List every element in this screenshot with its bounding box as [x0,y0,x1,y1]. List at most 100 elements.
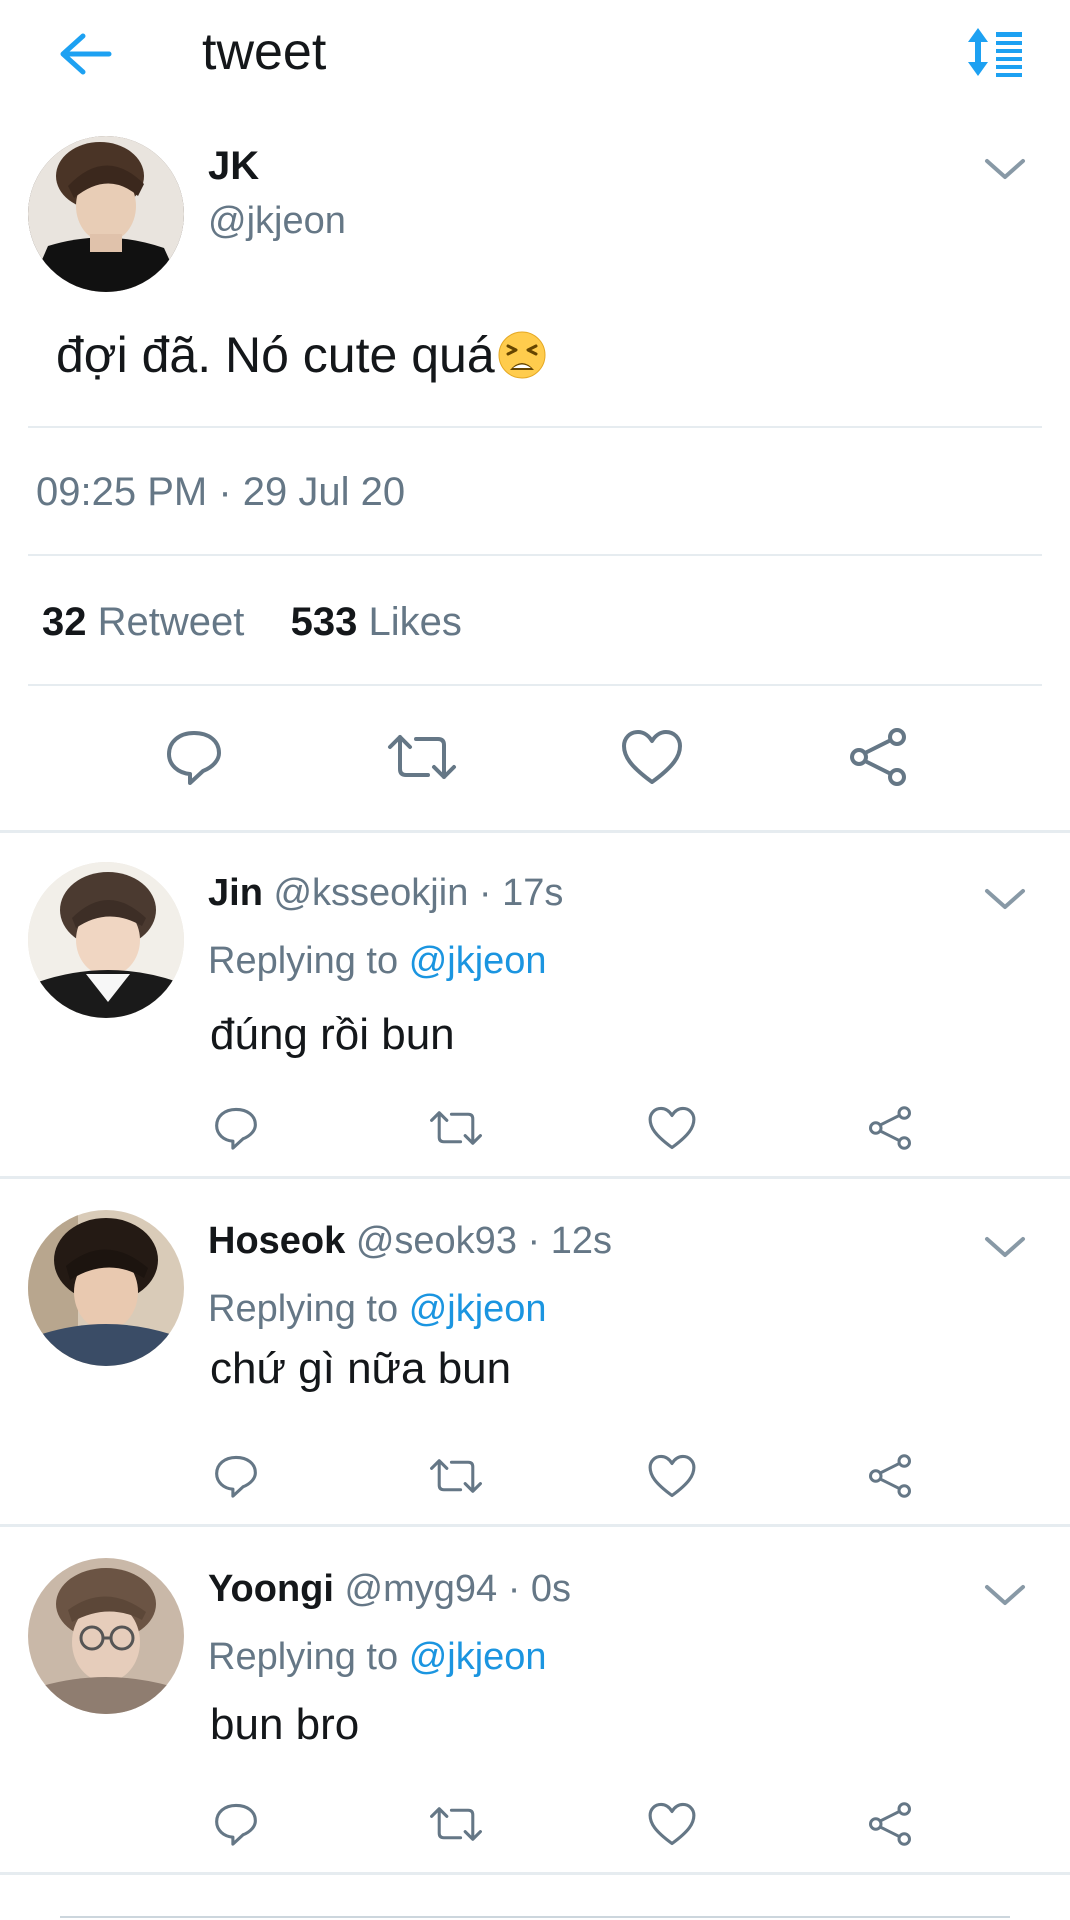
tweet-timestamp: 09:25 PM · 29 Jul 20 [36,470,406,514]
reply-text: đúng rồi bun [210,1010,455,1059]
divider [0,1872,1070,1875]
reply-button[interactable] [158,722,230,792]
like-button[interactable] [642,1098,702,1158]
reply-time: · 17s [478,872,564,914]
retweet-label[interactable]: Retweet [98,600,245,644]
reply-text: chứ gì nữa bun [210,1344,512,1393]
replying-to: Replying to @jkjeon [208,1288,547,1331]
tweet-text: đợi đã. Nó cute quá [56,326,547,384]
chevron-down-icon [985,889,1025,909]
share-button[interactable] [842,722,914,792]
share-icon [850,728,906,786]
like-button[interactable] [642,1446,702,1506]
avatar[interactable] [28,862,184,1018]
share-button[interactable] [862,1794,918,1854]
retweet-button[interactable] [382,722,462,792]
reply-actions [0,1794,1070,1854]
retweet-count[interactable]: 32 [42,600,87,644]
share-icon [869,1802,911,1846]
reply-author-name[interactable]: Jin [208,872,263,914]
share-button[interactable] [862,1446,918,1506]
reply-button[interactable] [208,1098,264,1158]
retweet-button[interactable] [424,1098,488,1158]
reply-button[interactable] [208,1794,264,1854]
reply-time: · 0s [507,1568,572,1610]
divider [0,830,1070,833]
replying-to-link[interactable]: @jkjeon [409,940,547,982]
tweet-stats: 32 Retweet 533 Likes [42,600,462,645]
profile-photo [28,1558,184,1714]
back-button[interactable] [50,24,120,84]
profile-photo [28,1210,184,1366]
reply-text: bun bro [210,1700,360,1749]
like-button[interactable] [642,1794,702,1854]
reply-actions [0,1446,1070,1506]
reply-author-name[interactable]: Hoseok [208,1220,345,1262]
retweet-button[interactable] [424,1446,488,1506]
reply-time: · 12s [527,1220,613,1262]
sort-list-icon [968,28,1022,77]
tweet-menu-button[interactable] [980,152,1030,186]
like-icon [648,1454,696,1498]
share-icon [869,1106,911,1150]
reply-menu-button[interactable] [980,1578,1030,1612]
reply-actions [0,1098,1070,1158]
like-icon [622,730,682,784]
tweet-text-content: đợi đã. Nó cute quá [56,327,495,383]
page-title: tweet [202,23,327,81]
reply-menu-button[interactable] [980,882,1030,916]
reply-icon [167,731,221,785]
reply-icon [215,1107,257,1150]
sort-button[interactable] [960,22,1030,82]
reply-header: Jin @ksseokjin · 17s [208,872,563,915]
retweet-icon [430,1807,482,1841]
retweet-icon [430,1111,482,1145]
retweet-button[interactable] [424,1794,488,1854]
replying-label: Replying to [208,1636,399,1678]
divider [28,684,1042,686]
reply-header: Yoongi @myg94 · 0s [208,1568,571,1611]
divider [0,1176,1070,1179]
reply-author-handle[interactable]: @myg94 [345,1568,498,1610]
replying-to-link[interactable]: @jkjeon [409,1288,547,1330]
reply-author-handle[interactable]: @seok93 [356,1220,517,1262]
divider [0,1524,1070,1527]
reply-composer-edge [60,1916,1010,1918]
reply-icon [215,1803,257,1846]
retweet-icon [388,735,456,779]
divider [28,426,1042,428]
top-bar: tweet [0,0,1070,110]
author-handle[interactable]: @jkjeon [208,200,346,243]
likes-label[interactable]: Likes [369,600,462,644]
tired-face-emoji [498,331,546,379]
reply-author-handle[interactable]: @ksseokjin [273,872,468,914]
like-icon [648,1802,696,1846]
replying-to-link[interactable]: @jkjeon [409,1636,547,1678]
replying-label: Replying to [208,940,399,982]
tweet-actions [0,722,1070,792]
avatar[interactable] [28,136,184,292]
avatar[interactable] [28,1558,184,1714]
profile-photo [28,136,184,292]
chevron-down-icon [985,159,1025,179]
arrow-left-icon [60,33,112,75]
reply-menu-button[interactable] [980,1230,1030,1264]
replying-label: Replying to [208,1288,399,1330]
author-name[interactable]: JK [208,144,259,189]
likes-count[interactable]: 533 [291,600,358,644]
share-button[interactable] [862,1098,918,1158]
chevron-down-icon [985,1585,1025,1605]
reply-icon [215,1455,257,1498]
reply-button[interactable] [208,1446,264,1506]
replying-to: Replying to @jkjeon [208,1636,547,1679]
replying-to: Replying to @jkjeon [208,940,547,983]
chevron-down-icon [985,1237,1025,1257]
reply-author-name[interactable]: Yoongi [208,1568,334,1610]
reply-header: Hoseok @seok93 · 12s [208,1220,612,1263]
profile-photo [28,862,184,1018]
like-icon [648,1106,696,1150]
avatar[interactable] [28,1210,184,1366]
like-button[interactable] [614,722,690,792]
retweet-icon [430,1459,482,1493]
divider [28,554,1042,556]
